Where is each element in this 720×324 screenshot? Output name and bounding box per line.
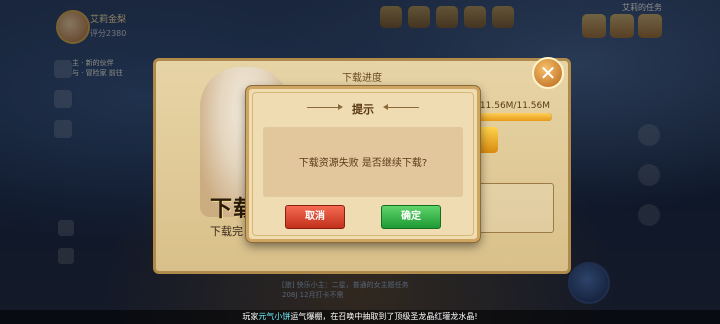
confirm-button[interactable]: 确定 — [381, 205, 441, 229]
download-banner-sub: 下载完 — [210, 225, 243, 238]
announcement-text: 运气爆棚，在召唤中抽取到了顶级圣龙晶红瓘龙水晶! — [290, 312, 478, 321]
announcement-prefix: 玩家 — [242, 312, 259, 321]
download-progress-label: 11.56M/11.56M — [479, 101, 550, 111]
dialog-message: 下载资源失败 是否继续下载? — [298, 158, 428, 169]
cancel-button[interactable]: 取消 — [285, 205, 345, 229]
download-panel-title: 下载进度 — [342, 73, 382, 84]
close-icon[interactable]: ✕ — [532, 57, 564, 89]
prompt-dialog: 提示 下载资源失败 是否继续下载? 取消 确定 — [246, 86, 480, 242]
dialog-message-box: 下载资源失败 是否继续下载? — [263, 127, 463, 197]
system-announcement: 玩家元气小饼运气爆棚，在召唤中抽取到了顶级圣龙晶红瓘龙水晶! — [0, 310, 720, 324]
dialog-title: 提示 — [352, 103, 374, 116]
announcement-player: 元气小饼 — [258, 312, 291, 321]
